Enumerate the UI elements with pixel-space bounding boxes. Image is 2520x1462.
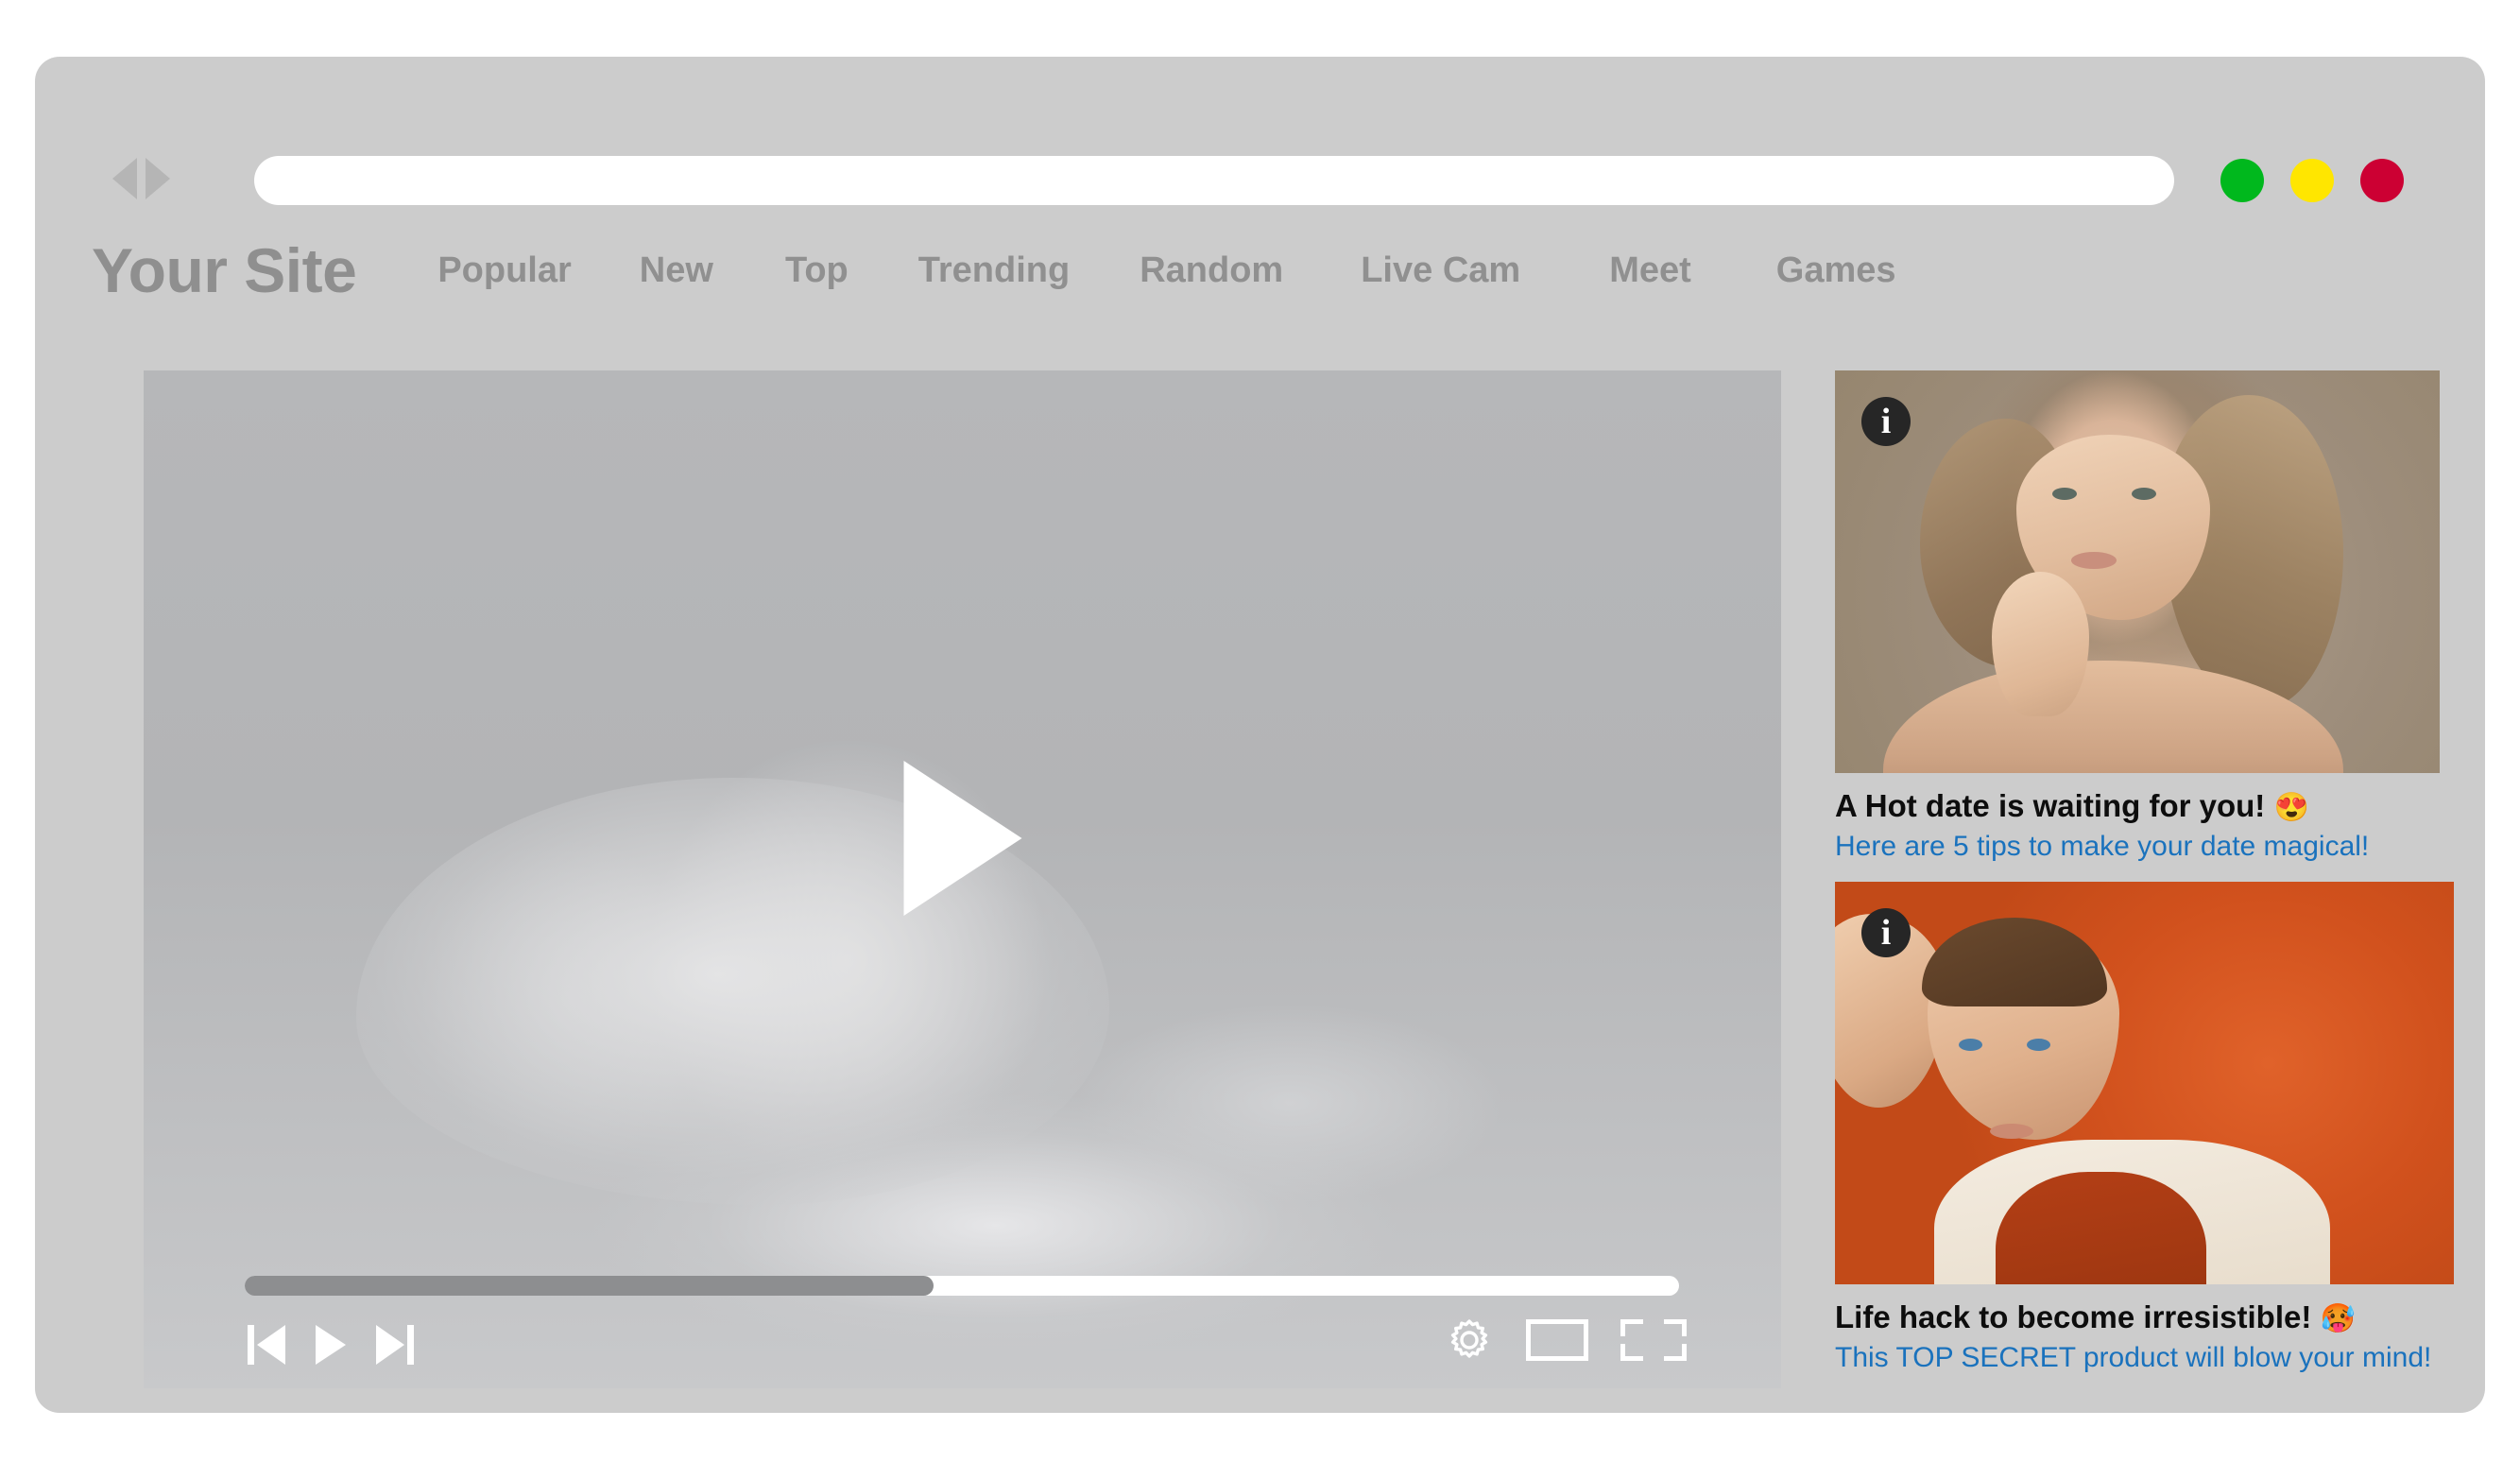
ad-photo xyxy=(1835,882,2454,1284)
play-button[interactable] xyxy=(316,1325,346,1365)
ad-image-woman-portrait[interactable]: i xyxy=(1835,370,2440,773)
nav-item-trending[interactable]: Trending xyxy=(905,250,1083,291)
nav-item-meet[interactable]: Meet xyxy=(1596,250,1705,291)
nav-item-games[interactable]: Games xyxy=(1763,250,1910,291)
site-logo[interactable]: Your Site xyxy=(92,234,357,306)
ad-info-icon[interactable]: i xyxy=(1861,908,1911,957)
nav-item-top[interactable]: Top xyxy=(772,250,862,291)
ad-card[interactable]: i A Hot date is waiting for you! 😍 Here … xyxy=(1835,370,2454,863)
theater-mode-icon xyxy=(1526,1319,1588,1361)
ad-card[interactable]: i Life hack to become irresistible! 🥵 Th… xyxy=(1835,882,2454,1374)
next-track-button[interactable] xyxy=(376,1325,414,1365)
video-progress-fill xyxy=(245,1276,934,1296)
ad-title: A Hot date is waiting for you! 😍 xyxy=(1835,788,2454,825)
ad-subtitle-link[interactable]: This TOP SECRET product will blow your m… xyxy=(1835,1342,2454,1375)
browser-toolbar xyxy=(35,57,2485,136)
nav-item-new[interactable]: New xyxy=(626,250,727,291)
browser-window: Your Site Popular New Top Trending Rando… xyxy=(35,57,2485,1413)
url-input[interactable] xyxy=(254,156,2174,205)
nav-item-live-cam[interactable]: Live Cam xyxy=(1347,250,1534,291)
ad-title: Life hack to become irresistible! 🥵 xyxy=(1835,1299,2454,1336)
fullscreen-button[interactable] xyxy=(1620,1319,1687,1361)
video-player[interactable] xyxy=(144,370,1781,1388)
main-nav: Popular New Top Trending Random Live Cam… xyxy=(424,250,1909,291)
theater-mode-button[interactable] xyxy=(1526,1319,1588,1361)
ad-info-icon[interactable]: i xyxy=(1861,397,1911,446)
play-icon xyxy=(316,1325,346,1365)
ad-photo xyxy=(1835,370,2440,773)
ad-title-text: Life hack to become irresistible! xyxy=(1835,1299,2312,1334)
player-controls-right xyxy=(1445,1316,1687,1365)
play-overlay-button[interactable] xyxy=(903,761,1021,917)
settings-button[interactable] xyxy=(1445,1316,1494,1365)
window-maximize-dot[interactable] xyxy=(2290,159,2334,202)
player-controls-left xyxy=(248,1325,414,1365)
nav-item-random[interactable]: Random xyxy=(1126,250,1296,291)
next-track-icon xyxy=(376,1325,414,1365)
ad-title-text: A Hot date is waiting for you! xyxy=(1835,788,2266,823)
nav-item-popular[interactable]: Popular xyxy=(424,250,584,291)
ad-subtitle-link[interactable]: Here are 5 tips to make your date magica… xyxy=(1835,831,2454,864)
window-controls xyxy=(2220,159,2404,202)
sidebar-ads: i A Hot date is waiting for you! 😍 Here … xyxy=(1835,370,2454,1385)
fullscreen-icon xyxy=(1620,1319,1687,1361)
settings-gear-icon xyxy=(1450,1319,1488,1358)
forward-icon[interactable] xyxy=(146,158,170,199)
hot-face-emoji-icon: 🥵 xyxy=(2320,1303,2356,1334)
previous-track-icon xyxy=(248,1325,285,1365)
previous-track-button[interactable] xyxy=(248,1325,285,1365)
back-icon[interactable] xyxy=(112,158,137,199)
browser-nav-arrows xyxy=(112,157,186,200)
ad-image-man-portrait[interactable]: i xyxy=(1835,882,2454,1284)
heart-eyes-emoji-icon: 😍 xyxy=(2273,792,2309,823)
site-header: Your Site Popular New Top Trending Rando… xyxy=(35,208,2485,333)
window-close-dot[interactable] xyxy=(2360,159,2404,202)
window-minimize-dot[interactable] xyxy=(2220,159,2264,202)
video-progress-bar[interactable] xyxy=(245,1276,1679,1296)
